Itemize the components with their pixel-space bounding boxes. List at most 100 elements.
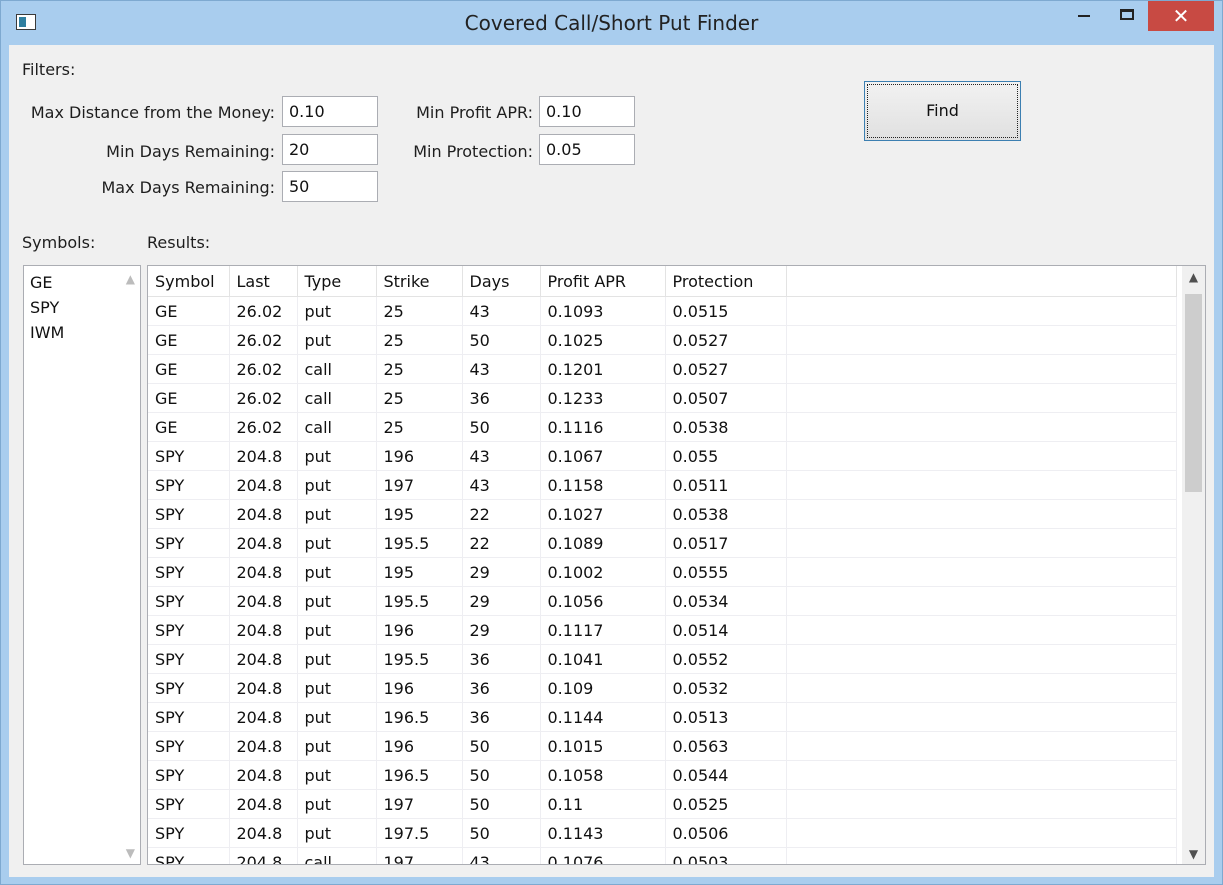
- table-cell: 0.0532: [665, 673, 787, 703]
- table-cell: put: [297, 586, 377, 616]
- table-cell: SPY: [148, 847, 230, 864]
- min-protection-field[interactable]: [539, 134, 635, 165]
- table-row[interactable]: SPY 204.8 put 196 43 0.1067 0.055: [148, 441, 1177, 471]
- table-cell: put: [297, 325, 377, 355]
- scroll-down-icon[interactable]: ▼: [126, 846, 135, 860]
- table-cell: 196.5: [376, 702, 463, 732]
- table-row[interactable]: SPY 204.8 put 196.5 36 0.1144 0.0513: [148, 702, 1177, 732]
- column-header[interactable]: Days: [462, 266, 541, 297]
- table-row[interactable]: GE 26.02 call 25 36 0.1233 0.0507: [148, 383, 1177, 413]
- table-cell: 0.0506: [665, 818, 787, 848]
- table-row[interactable]: SPY 204.8 put 195 22 0.1027 0.0538: [148, 499, 1177, 529]
- maximize-icon: [1120, 9, 1134, 20]
- maximize-button[interactable]: [1106, 1, 1150, 31]
- table-row[interactable]: GE 26.02 put 25 43 0.1093 0.0515: [148, 296, 1177, 326]
- table-row[interactable]: SPY 204.8 call 197 43 0.1076 0.0503: [148, 847, 1177, 864]
- scroll-up-icon[interactable]: ▲: [126, 272, 135, 286]
- table-cell-filler: [786, 818, 1177, 848]
- table-cell: 0.0514: [665, 615, 787, 645]
- results-grid[interactable]: Symbol Last Type Strike Days Profit APR Protec…: [147, 265, 1206, 865]
- table-row[interactable]: SPY 204.8 put 195 29 0.1002 0.0555: [148, 557, 1177, 587]
- table-cell: 0.1233: [540, 383, 666, 413]
- table-row[interactable]: SPY 204.8 put 196 50 0.1015 0.0563: [148, 731, 1177, 761]
- table-row[interactable]: GE 26.02 call 25 43 0.1201 0.0527: [148, 354, 1177, 384]
- column-header[interactable]: Type: [297, 266, 377, 297]
- max-distance-field[interactable]: [282, 96, 378, 127]
- symbols-list[interactable]: GE SPY IWM ▲ ▼: [23, 265, 141, 865]
- table-cell: 0.0515: [665, 296, 787, 326]
- table-cell: 197: [376, 470, 463, 500]
- find-button[interactable]: Find: [864, 81, 1021, 141]
- table-row[interactable]: SPY 204.8 put 197 43 0.1158 0.0511: [148, 470, 1177, 500]
- column-header[interactable]: Symbol: [148, 266, 230, 297]
- table-cell: 0.0544: [665, 760, 787, 790]
- scroll-up-icon[interactable]: ▲: [1182, 270, 1205, 284]
- table-cell: SPY: [148, 499, 230, 529]
- table-cell: 0.1158: [540, 470, 666, 500]
- table-row[interactable]: SPY 204.8 put 195.5 36 0.1041 0.0552: [148, 644, 1177, 674]
- column-header[interactable]: Last: [229, 266, 298, 297]
- table-cell: GE: [148, 325, 230, 355]
- table-cell-filler: [786, 789, 1177, 819]
- table-cell: 204.8: [229, 847, 298, 864]
- table-cell: put: [297, 789, 377, 819]
- table-cell-filler: [786, 615, 1177, 645]
- table-cell-filler: [786, 760, 1177, 790]
- table-cell: SPY: [148, 789, 230, 819]
- table-cell: 204.8: [229, 586, 298, 616]
- column-header[interactable]: Profit APR: [540, 266, 666, 297]
- table-cell: 25: [376, 383, 463, 413]
- table-cell: 204.8: [229, 528, 298, 558]
- table-cell-filler: [786, 499, 1177, 529]
- minimize-button[interactable]: [1062, 1, 1106, 31]
- results-heading: Results:: [147, 233, 211, 252]
- min-days-field[interactable]: [282, 134, 378, 165]
- table-cell: 196: [376, 441, 463, 471]
- table-row[interactable]: SPY 204.8 put 197.5 50 0.1143 0.0506: [148, 818, 1177, 848]
- table-cell: 195.5: [376, 586, 463, 616]
- list-item[interactable]: IWM: [24, 320, 140, 345]
- max-days-field[interactable]: [282, 171, 378, 202]
- table-cell: put: [297, 296, 377, 326]
- table-cell-filler: [786, 731, 1177, 761]
- table-row[interactable]: SPY 204.8 put 195.5 29 0.1056 0.0534: [148, 586, 1177, 616]
- table-cell: GE: [148, 383, 230, 413]
- table-row[interactable]: SPY 204.8 put 195.5 22 0.1089 0.0517: [148, 528, 1177, 558]
- list-item[interactable]: GE: [24, 270, 140, 295]
- table-cell: 0.1002: [540, 557, 666, 587]
- table-cell: 204.8: [229, 702, 298, 732]
- table-cell: 25: [376, 354, 463, 384]
- column-header[interactable]: Protection: [665, 266, 787, 297]
- table-cell: 0.1093: [540, 296, 666, 326]
- table-row[interactable]: GE 26.02 put 25 50 0.1025 0.0527: [148, 325, 1177, 355]
- results-scrollbar[interactable]: ▲ ▼: [1182, 266, 1205, 864]
- table-cell: SPY: [148, 528, 230, 558]
- table-row[interactable]: SPY 204.8 put 196 36 0.109 0.0532: [148, 673, 1177, 703]
- table-row[interactable]: SPY 204.8 put 197 50 0.11 0.0525: [148, 789, 1177, 819]
- title-bar[interactable]: Covered Call/Short Put Finder ✕: [1, 1, 1222, 45]
- scroll-down-icon[interactable]: ▼: [1182, 847, 1205, 861]
- table-row[interactable]: SPY 204.8 put 196 29 0.1117 0.0514: [148, 615, 1177, 645]
- table-cell: 204.8: [229, 731, 298, 761]
- table-cell: 25: [376, 325, 463, 355]
- scrollbar-thumb[interactable]: [1185, 294, 1202, 492]
- table-cell: 0.109: [540, 673, 666, 703]
- column-header[interactable]: Strike: [376, 266, 463, 297]
- table-cell: GE: [148, 354, 230, 384]
- table-cell: 0.0511: [665, 470, 787, 500]
- min-protection-label: Min Protection:: [413, 142, 533, 161]
- table-cell: 43: [462, 441, 541, 471]
- table-row[interactable]: SPY 204.8 put 196.5 50 0.1058 0.0544: [148, 760, 1177, 790]
- list-item[interactable]: SPY: [24, 295, 140, 320]
- close-button[interactable]: ✕: [1148, 1, 1214, 31]
- table-cell: 197: [376, 847, 463, 864]
- min-days-label: Min Days Remaining:: [106, 142, 275, 161]
- table-row[interactable]: GE 26.02 call 25 50 0.1116 0.0538: [148, 412, 1177, 442]
- table-cell: 26.02: [229, 296, 298, 326]
- table-cell: 36: [462, 644, 541, 674]
- min-profit-apr-field[interactable]: [539, 96, 635, 127]
- table-cell: call: [297, 354, 377, 384]
- table-cell: call: [297, 412, 377, 442]
- table-cell: 204.8: [229, 615, 298, 645]
- table-cell: 0.0555: [665, 557, 787, 587]
